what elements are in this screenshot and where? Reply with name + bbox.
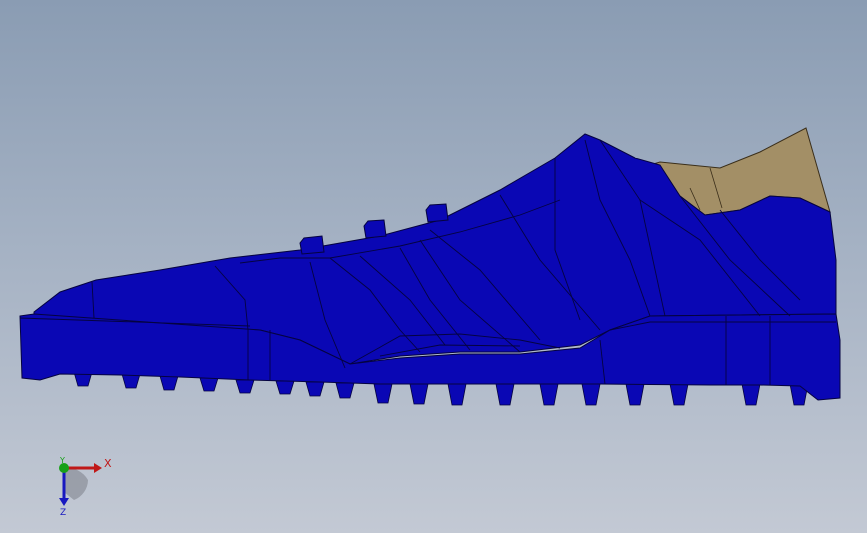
graphics-viewport[interactable]: X Y Z: [0, 0, 867, 533]
x-arrowhead: [94, 463, 102, 473]
z-axis-label: Z: [60, 508, 66, 516]
z-arrowhead: [59, 498, 69, 506]
y-axis-label: Y: [59, 456, 65, 465]
triad-shadow: [64, 467, 88, 500]
orientation-triad: X Y Z: [59, 456, 112, 516]
shoe-model[interactable]: [0, 0, 867, 533]
x-axis-label: X: [104, 457, 112, 470]
